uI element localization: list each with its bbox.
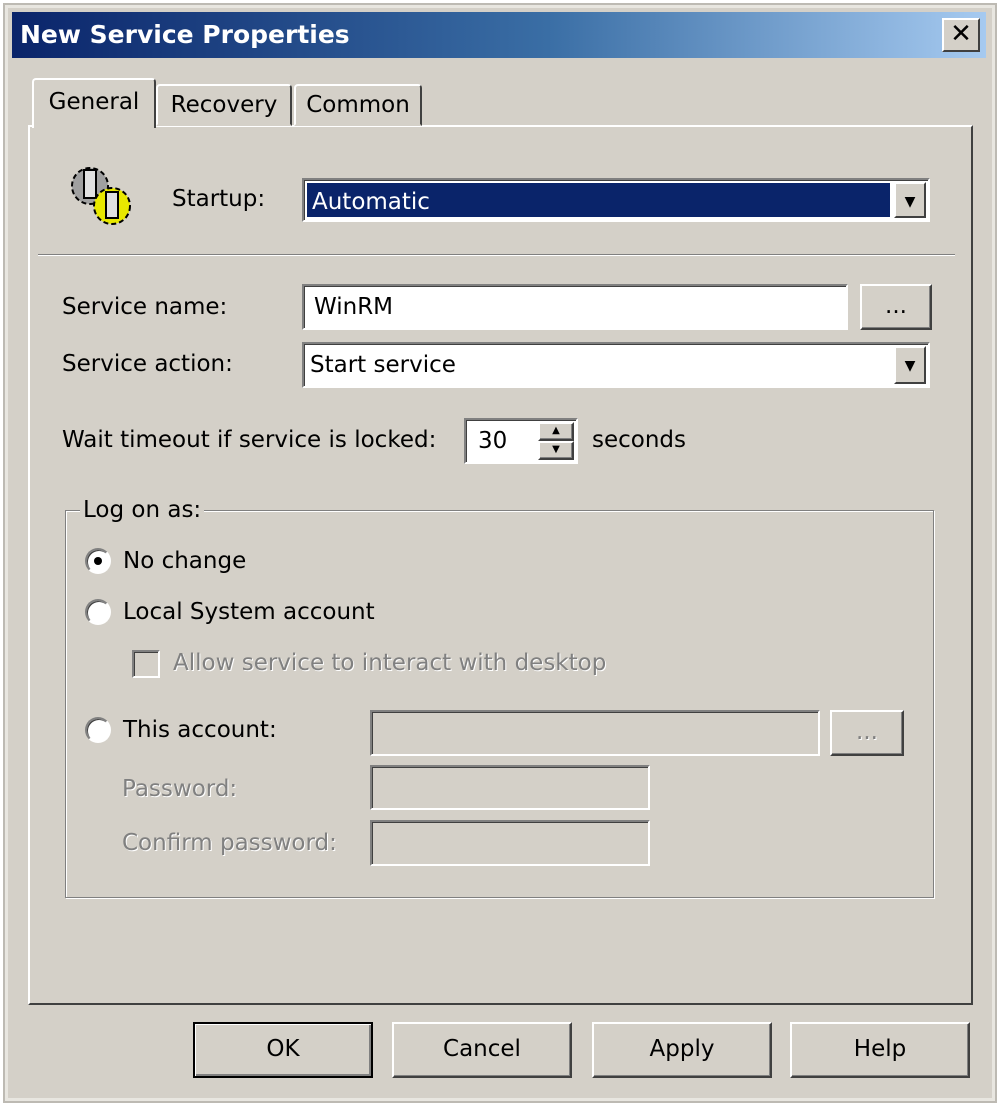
service-action-select[interactable]: Start service ▼ <box>302 342 930 388</box>
ok-button[interactable]: OK <box>193 1022 373 1078</box>
this-account-label[interactable]: This account: <box>123 717 277 743</box>
confirm-password-label: Confirm password: <box>122 830 337 856</box>
wait-timeout-label: Wait timeout if service is locked: <box>62 427 437 453</box>
logon-legend: Log on as: <box>80 497 205 523</box>
tab-common[interactable]: Common <box>294 84 422 126</box>
tab-general[interactable]: General <box>32 78 156 128</box>
wait-timeout-value: 30 <box>478 428 508 454</box>
interact-desktop-label: Allow service to interact with desktop <box>173 650 607 676</box>
wait-timeout-spinner[interactable]: 30 ▲ ▼ <box>464 418 578 464</box>
startup-select[interactable]: Automatic ▼ <box>302 178 930 222</box>
wait-unit-label: seconds <box>592 427 687 453</box>
close-button[interactable]: ✕ <box>942 18 980 52</box>
chevron-down-icon[interactable]: ▼ <box>894 346 926 384</box>
password-label: Password: <box>122 776 238 802</box>
radio-local-system[interactable] <box>85 599 111 625</box>
spin-up-icon[interactable]: ▲ <box>538 422 574 441</box>
radio-selected-dot <box>94 557 102 565</box>
service-action-value: Start service <box>310 352 456 378</box>
service-name-input[interactable]: WinRM <box>302 284 848 330</box>
tab-recovery[interactable]: Recovery <box>156 84 292 126</box>
service-action-label: Service action: <box>62 351 233 377</box>
chevron-down-icon[interactable]: ▼ <box>894 182 926 218</box>
startup-label: Startup: <box>172 186 266 212</box>
spin-down-icon[interactable]: ▼ <box>538 441 574 460</box>
local-system-label[interactable]: Local System account <box>123 599 375 625</box>
service-name-label: Service name: <box>62 294 228 320</box>
account-browse-button[interactable]: ... <box>830 710 904 756</box>
confirm-password-input[interactable] <box>370 820 650 866</box>
window-title: New Service Properties <box>20 20 350 49</box>
no-change-label[interactable]: No change <box>123 548 246 574</box>
password-input[interactable] <box>370 765 650 810</box>
account-input[interactable] <box>370 710 820 756</box>
startup-value: Automatic <box>307 183 890 217</box>
service-name-browse-button[interactable]: ... <box>860 284 932 330</box>
cancel-button[interactable]: Cancel <box>392 1022 572 1078</box>
radio-this-account[interactable] <box>85 717 111 743</box>
separator <box>38 254 955 256</box>
help-button[interactable]: Help <box>790 1022 970 1078</box>
interact-desktop-checkbox[interactable] <box>132 650 160 678</box>
title-bar[interactable]: New Service Properties ✕ <box>12 12 986 58</box>
apply-button[interactable]: Apply <box>592 1022 772 1078</box>
service-gears-icon <box>71 167 131 225</box>
radio-no-change[interactable] <box>85 548 111 574</box>
